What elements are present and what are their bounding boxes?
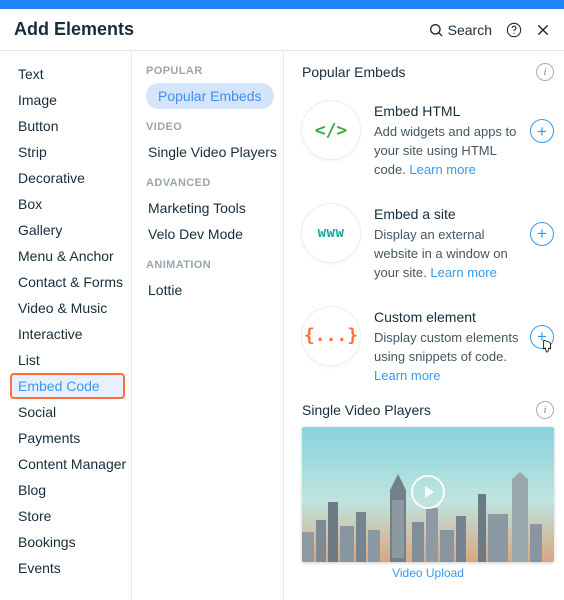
info-icon[interactable]: i [536,401,554,419]
embed-title: Embed a site [374,204,528,224]
subnav-item-marketing-tools[interactable]: Marketing Tools [146,195,275,221]
sidebar-item-video-music[interactable]: Video & Music [14,295,125,321]
embed-glyph-icon: </> [302,101,360,159]
learn-more-link[interactable]: Learn more [430,265,496,280]
embed-item: {...} Custom element Display custom elemen… [302,293,554,396]
sidebar-item-blog[interactable]: Blog [14,477,125,503]
sidebar-item-list[interactable]: List [14,347,125,373]
help-icon[interactable] [506,22,522,38]
search-label: Search [448,22,492,38]
close-icon[interactable] [536,23,550,37]
svp-section-header: Single Video Players i [302,401,554,419]
embed-glyph-icon: www [302,204,360,262]
sidebar-item-contact-forms[interactable]: Contact & Forms [14,269,125,295]
sidebar-item-image[interactable]: Image [14,87,125,113]
embed-item: wwwEmbed a siteDisplay an external websi… [302,190,554,293]
embed-desc: Display custom elements using snippets o… [374,330,519,364]
subnav-item-popular-embeds[interactable]: Popular Embeds [146,83,274,109]
content-pane: Popular Embeds i </>Embed HTMLAdd widget… [284,51,564,600]
sidebar-item-strip[interactable]: Strip [14,139,125,165]
primary-nav: TextImageButtonStripDecorativeBoxGallery… [0,51,132,600]
add-element-button[interactable]: + [530,325,554,349]
embeds-section-title: Popular Embeds [302,64,536,80]
panel-header: Add Elements Search [0,9,564,51]
sidebar-item-text[interactable]: Text [14,61,125,87]
embeds-list: </>Embed HTMLAdd widgets and apps to you… [302,87,554,395]
cursor-hand-icon [537,338,557,358]
sidebar-item-gallery[interactable]: Gallery [14,217,125,243]
panel-title: Add Elements [14,19,428,40]
sidebar-item-payments[interactable]: Payments [14,425,125,451]
sidebar-item-embed-code[interactable]: Embed Code [10,373,125,399]
window-accent-bar [0,0,564,9]
add-element-button[interactable]: + [530,119,554,143]
embed-body: Embed a siteDisplay an external website … [360,204,530,283]
sidebar-item-bookings[interactable]: Bookings [14,529,125,555]
plus-icon: + [537,225,547,242]
subnav-item-lottie[interactable]: Lottie [146,277,275,303]
embed-item: </>Embed HTMLAdd widgets and apps to you… [302,87,554,190]
info-icon[interactable]: i [536,63,554,81]
group-header: VIDEO [146,121,275,133]
panel-body: TextImageButtonStripDecorativeBoxGallery… [0,51,564,600]
sidebar-item-store[interactable]: Store [14,503,125,529]
embed-body: Embed HTMLAdd widgets and apps to your s… [360,101,530,180]
sidebar-item-social[interactable]: Social [14,399,125,425]
embed-glyph-icon: {...} [302,307,360,365]
sidebar-item-interactive[interactable]: Interactive [14,321,125,347]
video-caption[interactable]: Video Upload [302,566,554,580]
add-element-button[interactable]: + [530,222,554,246]
video-thumbnail[interactable] [302,427,554,562]
search-button[interactable]: Search [428,22,492,38]
group-header: POPULAR [146,65,275,77]
sidebar-item-box[interactable]: Box [14,191,125,217]
embed-body: Custom element Display custom elements us… [360,307,530,386]
group-header: ANIMATION [146,259,275,271]
sidebar-item-menu-anchor[interactable]: Menu & Anchor [14,243,125,269]
secondary-nav: POPULAR Popular Embeds VIDEO Single Video P… [132,51,284,600]
sidebar-item-decorative[interactable]: Decorative [14,165,125,191]
embed-title: Custom element [374,307,528,327]
search-icon [428,22,444,38]
learn-more-link[interactable]: Learn more [409,162,475,177]
plus-icon: + [537,123,547,140]
subnav-item-velo-dev-mode[interactable]: Velo Dev Mode [146,221,275,247]
sidebar-item-events[interactable]: Events [14,555,125,581]
subnav-item-single-video-players[interactable]: Single Video Players [146,139,275,165]
header-actions: Search [428,22,550,38]
embed-title: Embed HTML [374,101,528,121]
embeds-section-header: Popular Embeds i [302,63,554,81]
learn-more-link[interactable]: Learn more [374,368,440,383]
svp-section: Single Video Players i [302,401,554,580]
play-icon [411,475,445,509]
sidebar-item-button[interactable]: Button [14,113,125,139]
svp-section-title: Single Video Players [302,402,536,418]
group-header: ADVANCED [146,177,275,189]
sidebar-item-content-manager[interactable]: Content Manager [14,451,125,477]
